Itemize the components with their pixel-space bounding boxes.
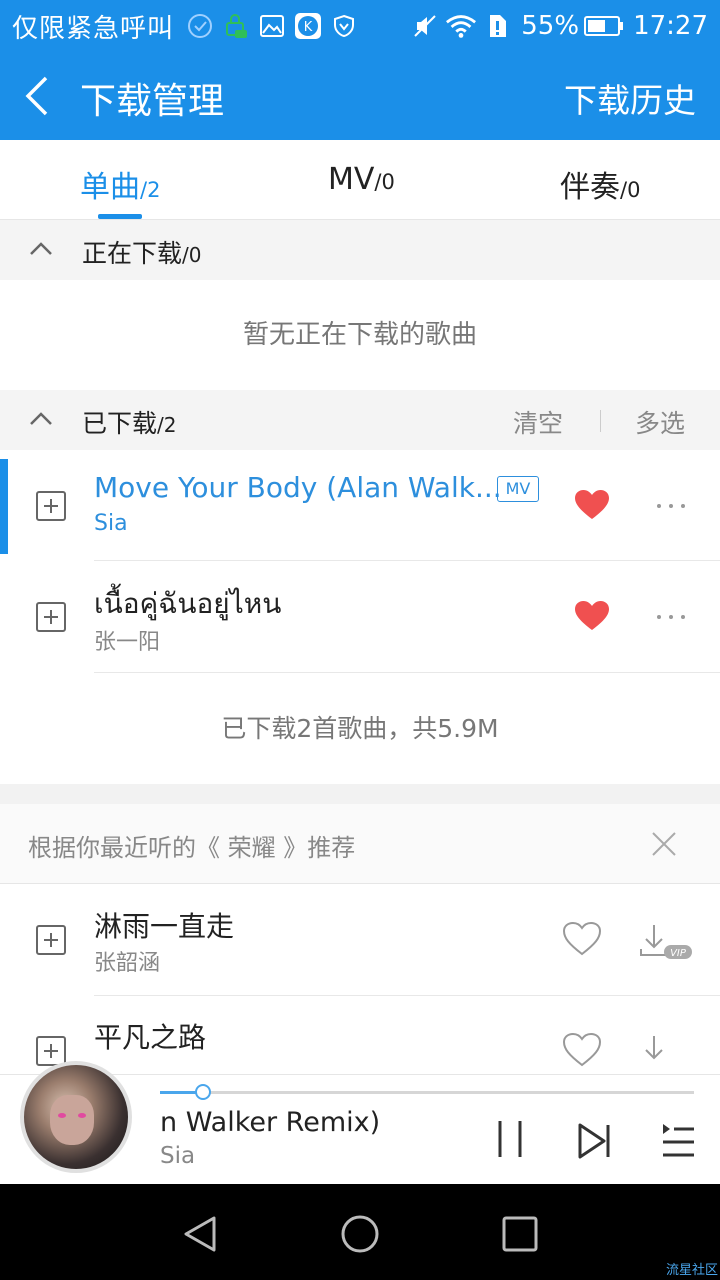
song-title: 平凡之路 [94,1021,207,1054]
recommend-row[interactable]: 平凡之路 [0,996,720,1074]
song-artist: 张一阳 [94,630,161,655]
recommend-row[interactable]: 淋雨一直走 张韶涵 VIP [0,885,720,996]
tab-label: MV [328,162,375,197]
heart-outline-icon[interactable] [562,921,602,957]
chevron-up-icon [30,412,52,425]
recommend-header: 根据你最近听的《 荣耀 》推荐 [0,804,720,884]
back-button[interactable] [22,74,62,118]
liked-heart-icon[interactable] [574,600,610,632]
song-row[interactable]: Move Your Body (Alan Walk... MV Sia [0,451,720,561]
tab-count: /2 [140,178,161,202]
tab-bar: 单曲/2 MV/0 伴奏/0 [0,140,720,220]
cover-eye [78,1113,86,1118]
back-triangle-icon[interactable] [180,1214,220,1254]
song-artist: Sia [94,511,128,536]
tab-mv[interactable]: MV/0 [328,162,395,197]
playlist-icon[interactable] [660,1121,700,1161]
app-bar: 下载管理 下载历史 [0,52,720,140]
wifi-icon [445,10,477,42]
battery-icon [583,10,625,42]
kugou-app-icon: K [292,10,324,42]
song-title: เนื้อคู่ฉันอยู่ไหน [94,587,282,620]
heart-outline-icon[interactable] [562,1032,602,1068]
notification-icons: K [180,10,360,42]
divider [600,410,601,432]
downloaded-title: 已下载 [82,409,158,438]
vip-badge-label: VIP [670,948,687,959]
progress-track[interactable] [160,1091,694,1094]
status-right: 55% 17:27 [405,8,708,44]
now-playing-artist: Sia [160,1143,196,1169]
shield-icon [328,10,360,42]
downloaded-label: 已下载/2 [82,404,176,440]
row-divider [94,560,720,561]
multi-select-button[interactable]: 多选 [635,404,685,440]
tab-singles[interactable]: 单曲/2 [80,162,160,206]
add-to-playlist-icon[interactable] [36,925,66,955]
liked-heart-icon[interactable] [574,489,610,521]
page-title: 下载管理 [80,81,225,122]
clock: 17:27 [633,11,708,41]
more-options-icon[interactable] [655,501,687,511]
status-bar: 仅限紧急呼叫 K 55% 17:27 [0,0,720,52]
more-options-icon[interactable] [655,612,687,622]
tab-count: /0 [374,170,395,194]
check-circle-icon [184,10,216,42]
add-to-playlist-icon[interactable] [36,602,66,632]
downloading-label: 正在下载/0 [82,234,201,270]
song-title: Move Your Body (Alan Walk... [94,471,502,504]
tab-label: 伴奏 [560,170,620,205]
downloaded-count: /2 [157,413,177,437]
battery-percent: 55% [521,11,580,41]
downloading-empty-message: 暂无正在下载的歌曲 [242,320,477,350]
clear-button[interactable]: 清空 [513,404,563,440]
song-artist: 张韶涵 [94,951,161,976]
downloading-count: /0 [182,243,202,267]
watermark: 流星社区 [665,1263,718,1278]
download-icon[interactable] [638,1034,694,1074]
download-summary: 已下载2首歌曲，共5.9M [221,714,499,743]
lock-chat-icon [220,10,252,42]
status-left: 仅限紧急呼叫 K [12,8,360,44]
downloading-header[interactable]: 正在下载/0 [0,220,720,280]
tab-label: 单曲 [80,170,140,205]
tab-indicator [98,214,142,219]
sim-alert-icon [481,10,513,42]
system-nav-bar: 流星社区 [0,1184,720,1280]
add-to-playlist-icon[interactable] [36,491,66,521]
song-title: 淋雨一直走 [94,910,235,943]
mute-icon [409,10,441,42]
pause-icon[interactable] [490,1119,530,1159]
playing-indicator [0,459,8,554]
downloading-title: 正在下载 [82,239,183,268]
download-vip-icon[interactable]: VIP [638,923,694,963]
mini-player[interactable]: n Walker Remix) Sia [0,1061,720,1184]
tab-count: /0 [620,178,641,202]
carrier-text: 仅限紧急呼叫 [12,13,175,44]
next-track-icon[interactable] [576,1121,616,1161]
now-playing-title: n Walker Remix) [160,1107,381,1138]
album-cover[interactable] [20,1061,132,1173]
close-icon[interactable] [650,830,678,858]
cover-eye [58,1113,66,1118]
image-icon [256,10,288,42]
row-divider [94,672,720,673]
downloaded-header[interactable]: 已下载/2 清空 多选 [0,390,720,450]
mv-badge[interactable]: MV [497,476,539,502]
chevron-up-icon [30,242,52,255]
progress-handle[interactable] [194,1084,211,1100]
svg-text:K: K [304,20,313,35]
cover-face [50,1095,94,1145]
home-circle-icon[interactable] [340,1214,380,1254]
recents-square-icon[interactable] [500,1214,540,1254]
song-row[interactable]: เนื้อคู่ฉันอยู่ไหน 张一阳 [0,562,720,673]
add-to-playlist-icon[interactable] [36,1036,66,1066]
recommend-title: 根据你最近听的《 荣耀 》推荐 [28,834,356,862]
download-history-button[interactable]: 下载历史 [564,74,696,122]
section-gap [0,784,720,804]
tab-accompaniment[interactable]: 伴奏/0 [560,162,640,206]
